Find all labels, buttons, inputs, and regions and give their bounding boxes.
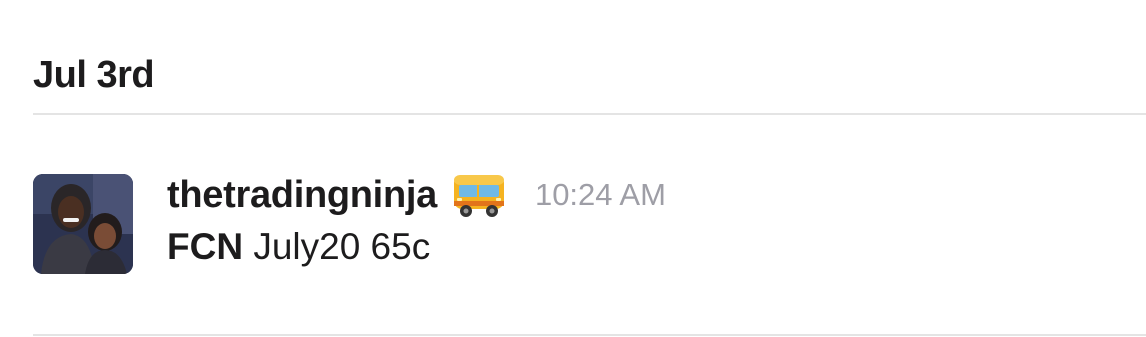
- day-divider-label: Jul 3rd: [33, 54, 155, 96]
- avatar[interactable]: [33, 174, 133, 274]
- author-name[interactable]: thetradingninja: [167, 174, 437, 217]
- message-timestamp[interactable]: 10:24 AM: [535, 177, 666, 213]
- day-divider-line: [33, 113, 1146, 115]
- message-text-rest: July20 65c: [243, 226, 431, 267]
- avatar-photo: [33, 174, 133, 274]
- message-header: thetradingninja 10:24 AM: [167, 172, 666, 218]
- message-text-bold: FCN: [167, 226, 244, 267]
- message-body: thetradingninja 10:24 AM FCN July20 65c: [167, 172, 666, 268]
- bottom-divider-line: [33, 334, 1146, 336]
- message-text: FCN July20 65c: [167, 226, 666, 268]
- message-item: thetradingninja 10:24 AM FCN July20 65c: [33, 172, 1133, 282]
- bus-icon[interactable]: [451, 171, 507, 219]
